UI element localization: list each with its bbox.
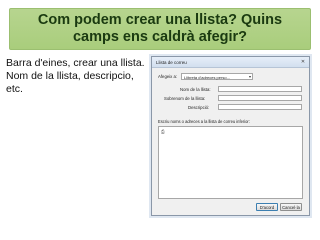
slide-title-bar: Com podem crear una llista? Quins camps … bbox=[9, 8, 311, 50]
body-line-3: etc. bbox=[6, 83, 23, 95]
address-book-value: Llibreta d'adreces perso... bbox=[184, 75, 230, 80]
slide-title: Com podem crear una llista? Quins camps … bbox=[37, 12, 283, 45]
dialog-title: Llista de correu bbox=[156, 60, 187, 65]
add-to-label: Afegeix a: bbox=[158, 74, 178, 79]
ok-button[interactable]: D'acord bbox=[256, 203, 278, 211]
body-line-1: Barra d'eines, crear una llista. bbox=[6, 57, 145, 69]
cancel-button[interactable]: Cancel·la bbox=[280, 203, 302, 211]
list-nickname-label: Sobrenom de la llista: bbox=[164, 96, 206, 101]
description-label: Descripció: bbox=[188, 105, 210, 110]
addresses-list[interactable]: ⎙ bbox=[158, 126, 303, 199]
list-name-input[interactable] bbox=[218, 86, 302, 92]
list-name-label: Nom de la llista: bbox=[180, 87, 211, 92]
addresses-label: Escriu noms o adreces a la llista de cor… bbox=[158, 119, 250, 124]
body-line-2: Nom de la llista, descripcio, bbox=[6, 70, 134, 82]
chevron-down-icon: ▾ bbox=[248, 74, 251, 79]
list-nickname-input[interactable] bbox=[218, 95, 302, 101]
address-card-icon: ⎙ bbox=[161, 129, 165, 134]
slide-body: Barra d'eines, crear una llista. Nom de … bbox=[6, 57, 154, 96]
close-icon[interactable]: ✕ bbox=[300, 59, 306, 65]
dialog-titlebar: Llista de correu ✕ bbox=[152, 57, 309, 68]
mailing-list-dialog: Llista de correu ✕ Afegeix a: Llibreta d… bbox=[151, 56, 310, 216]
address-book-select[interactable]: Llibreta d'adreces perso... ▾ bbox=[181, 73, 253, 80]
description-input[interactable] bbox=[218, 104, 302, 110]
